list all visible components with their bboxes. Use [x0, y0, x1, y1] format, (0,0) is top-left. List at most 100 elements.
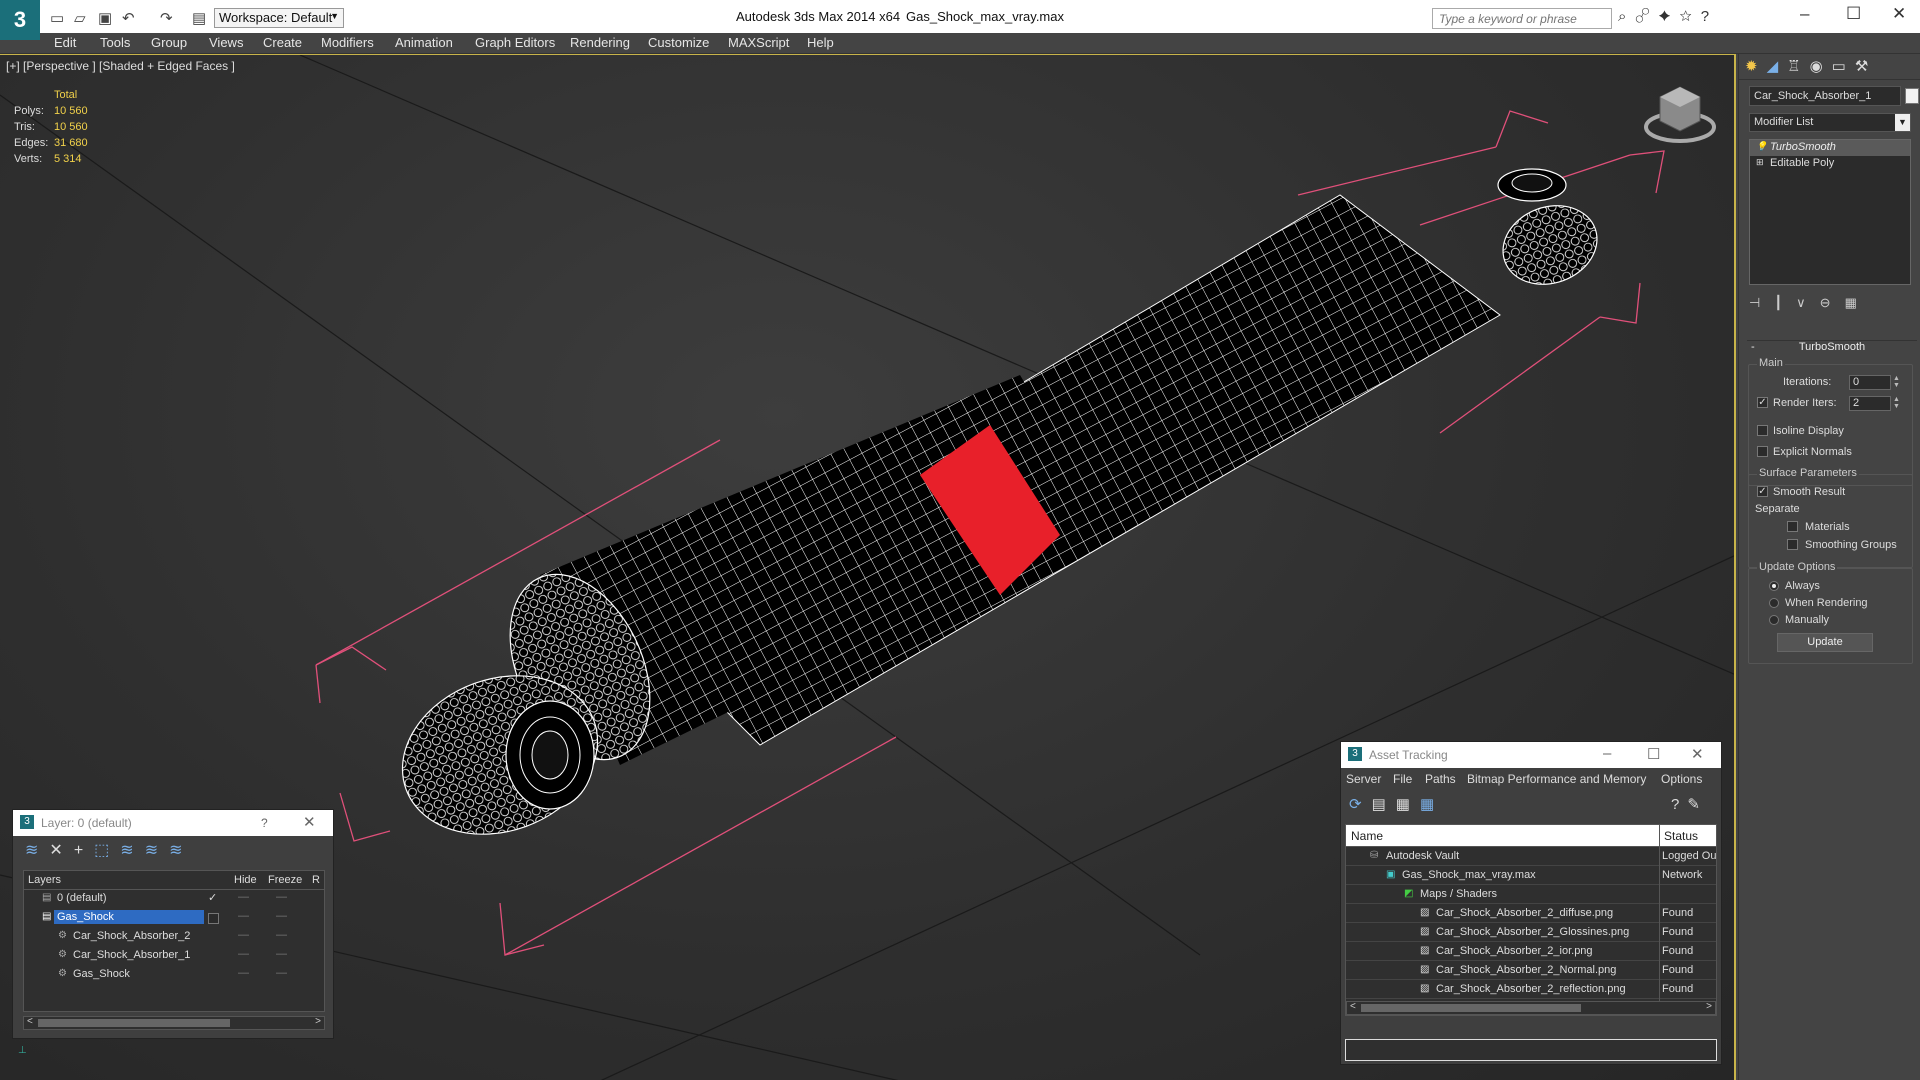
- display-tab-icon[interactable]: ▭: [1832, 58, 1855, 75]
- scroll-left-icon[interactable]: <: [27, 1016, 33, 1027]
- close-button[interactable]: ✕: [1892, 4, 1906, 24]
- list-view-icon[interactable]: ▤: [1372, 796, 1396, 813]
- minimize-button[interactable]: –: [1800, 4, 1809, 24]
- smoothing-groups-checkbox[interactable]: [1787, 539, 1798, 550]
- infocenter-icons[interactable]: ⌕☍✦☆?: [1618, 8, 1718, 25]
- create-layer-icon[interactable]: ≋: [25, 842, 49, 859]
- turbosmooth-rollout-header[interactable]: - TurboSmooth: [1747, 340, 1917, 356]
- menu-modifiers[interactable]: Modifiers: [321, 35, 374, 50]
- modify-tab-icon[interactable]: ◢: [1767, 58, 1788, 75]
- asset-row[interactable]: ▣ Gas_Shock_max_vray.max Network: [1346, 866, 1716, 885]
- asset-row[interactable]: ⛁ Autodesk Vault Logged Out: [1346, 847, 1716, 866]
- col-render[interactable]: R: [312, 874, 320, 886]
- perspective-viewport[interactable]: [+] [Perspective ] [Shaded + Edged Faces…: [0, 54, 1736, 1080]
- at-menu-file[interactable]: File: [1393, 772, 1412, 786]
- asset-list-scrollbar[interactable]: < >: [1346, 1001, 1716, 1015]
- menu-customize[interactable]: Customize: [648, 35, 709, 50]
- scroll-right-icon[interactable]: >: [1706, 1001, 1712, 1012]
- motion-tab-icon[interactable]: ◉: [1810, 58, 1832, 75]
- iterations-spinner[interactable]: 0: [1849, 375, 1891, 390]
- freeze-toggle[interactable]: —: [276, 929, 287, 941]
- layer-row[interactable]: ⚙ Car_Shock_Absorber_1— —: [24, 947, 324, 966]
- remove-modifier-icon[interactable]: ⊖: [1820, 295, 1845, 310]
- render-iters-checkbox[interactable]: ✓: [1757, 397, 1768, 408]
- freeze-toggle[interactable]: —: [276, 891, 287, 903]
- col-hide[interactable]: Hide: [234, 874, 257, 886]
- asset-tracking-titlebar[interactable]: 3 Asset Tracking – ☐ ✕: [1341, 742, 1721, 768]
- stack-item-editable-poly[interactable]: ⊞ Editable Poly: [1750, 156, 1910, 172]
- make-unique-icon[interactable]: ∨: [1796, 295, 1820, 310]
- at-menu-options[interactable]: Options: [1661, 772, 1702, 786]
- app-menu-button[interactable]: 3: [0, 0, 40, 40]
- asset-row[interactable]: ▨ Car_Shock_Absorber_2_diffuse.png Found: [1346, 904, 1716, 923]
- search-input[interactable]: [1432, 8, 1612, 29]
- help-icons[interactable]: ?✎: [1671, 795, 1708, 813]
- asset-close-button[interactable]: ✕: [1691, 745, 1704, 763]
- when-rendering-radio[interactable]: [1769, 598, 1779, 608]
- redo-icon[interactable]: ↷: [160, 9, 173, 27]
- utilities-tab-icon[interactable]: ⚒: [1855, 58, 1877, 75]
- scroll-left-icon[interactable]: <: [1350, 1001, 1356, 1012]
- isoline-checkbox[interactable]: [1757, 425, 1768, 436]
- column-separator[interactable]: [1659, 825, 1660, 1015]
- freeze-toggle[interactable]: —: [276, 910, 287, 922]
- viewport-label[interactable]: [+] [Perspective ] [Shaded + Edged Faces…: [6, 59, 235, 73]
- freeze-toggle[interactable]: —: [276, 948, 287, 960]
- manually-radio[interactable]: [1769, 615, 1779, 625]
- layer-dialog-titlebar[interactable]: 3 Layer: 0 (default) ? ✕: [13, 810, 333, 836]
- asset-row[interactable]: ▨ Car_Shock_Absorber_2_Glossines.png Found: [1346, 923, 1716, 942]
- layer-list-scrollbar[interactable]: < >: [23, 1016, 325, 1030]
- menu-help[interactable]: Help: [807, 35, 834, 50]
- hide-toggle[interactable]: —: [238, 910, 249, 922]
- col-freeze[interactable]: Freeze: [268, 874, 302, 886]
- add-to-layer-icon[interactable]: +: [74, 842, 94, 859]
- set-current-checkbox[interactable]: [208, 913, 219, 924]
- at-menu-server[interactable]: Server: [1346, 772, 1381, 786]
- smooth-result-checkbox[interactable]: ✓: [1757, 486, 1768, 497]
- menu-create[interactable]: Create: [263, 35, 302, 50]
- maximize-button[interactable]: ☐: [1846, 4, 1861, 24]
- layer-dialog-close-button[interactable]: ✕: [303, 813, 316, 831]
- open-icon[interactable]: ▱: [74, 9, 86, 27]
- always-radio[interactable]: [1769, 581, 1779, 591]
- create-tab-icon[interactable]: ✹: [1745, 58, 1767, 75]
- layer-row[interactable]: ▤ Gas_Shock — —: [24, 909, 324, 928]
- menu-rendering[interactable]: Rendering: [570, 35, 630, 50]
- scroll-thumb[interactable]: [38, 1019, 230, 1027]
- asset-row[interactable]: ▨ Car_Shock_Absorber_2_Normal.png Found: [1346, 961, 1716, 980]
- col-layers[interactable]: Layers: [28, 874, 61, 886]
- undo-icon[interactable]: ↶: [122, 9, 135, 27]
- explicit-normals-checkbox[interactable]: [1757, 446, 1768, 457]
- configure-sets-icon[interactable]: ▦: [1845, 295, 1871, 310]
- hide-toggle[interactable]: —: [238, 948, 249, 960]
- modifier-list-dropdown[interactable]: Modifier List ▼: [1749, 113, 1911, 132]
- delete-layer-icon[interactable]: ✕: [49, 842, 73, 859]
- hide-toggle[interactable]: —: [238, 891, 249, 903]
- menu-animation[interactable]: Animation: [395, 35, 453, 50]
- stack-item-turbosmooth[interactable]: 💡 TurboSmooth: [1750, 140, 1910, 156]
- workspace-select[interactable]: Workspace: Default ▼: [214, 8, 344, 28]
- menu-edit[interactable]: Edit: [54, 35, 76, 50]
- asset-row[interactable]: ▨ Car_Shock_Absorber_2_reflection.png Foun…: [1346, 980, 1716, 999]
- layer-row[interactable]: ▤ 0 (default) ✓ — —: [24, 890, 324, 909]
- hierarchy-tab-icon[interactable]: ♖: [1787, 58, 1809, 75]
- layer-row[interactable]: ⚙ Car_Shock_Absorber_2— —: [24, 928, 324, 947]
- save-icon[interactable]: ▣: [98, 9, 112, 27]
- lightbulb-icon[interactable]: 💡: [1756, 141, 1767, 152]
- layer-row[interactable]: ⚙ Gas_Shock — —: [24, 966, 324, 985]
- scroll-right-icon[interactable]: >: [315, 1016, 321, 1027]
- at-menu-paths[interactable]: Paths: [1425, 772, 1456, 786]
- detail-view-icon[interactable]: ▦: [1396, 796, 1420, 813]
- spinner-arrows-icon[interactable]: ▲ ▼: [1893, 396, 1902, 411]
- menu-views[interactable]: Views: [209, 35, 243, 50]
- freeze-all-icon[interactable]: ≋: [169, 842, 193, 859]
- col-status[interactable]: Status: [1664, 829, 1698, 843]
- show-end-result-icon[interactable]: ┃: [1774, 295, 1796, 310]
- asset-path-field[interactable]: [1345, 1039, 1717, 1061]
- select-in-layer-icon[interactable]: ⬚: [94, 842, 120, 859]
- highlight-layer-icon[interactable]: ≋: [120, 842, 144, 859]
- at-menu-bitmap[interactable]: Bitmap Performance and Memory: [1467, 772, 1646, 786]
- asset-minimize-button[interactable]: –: [1603, 745, 1611, 762]
- menu-maxscript[interactable]: MAXScript: [728, 35, 789, 50]
- refresh-icon[interactable]: ⟳: [1349, 796, 1372, 813]
